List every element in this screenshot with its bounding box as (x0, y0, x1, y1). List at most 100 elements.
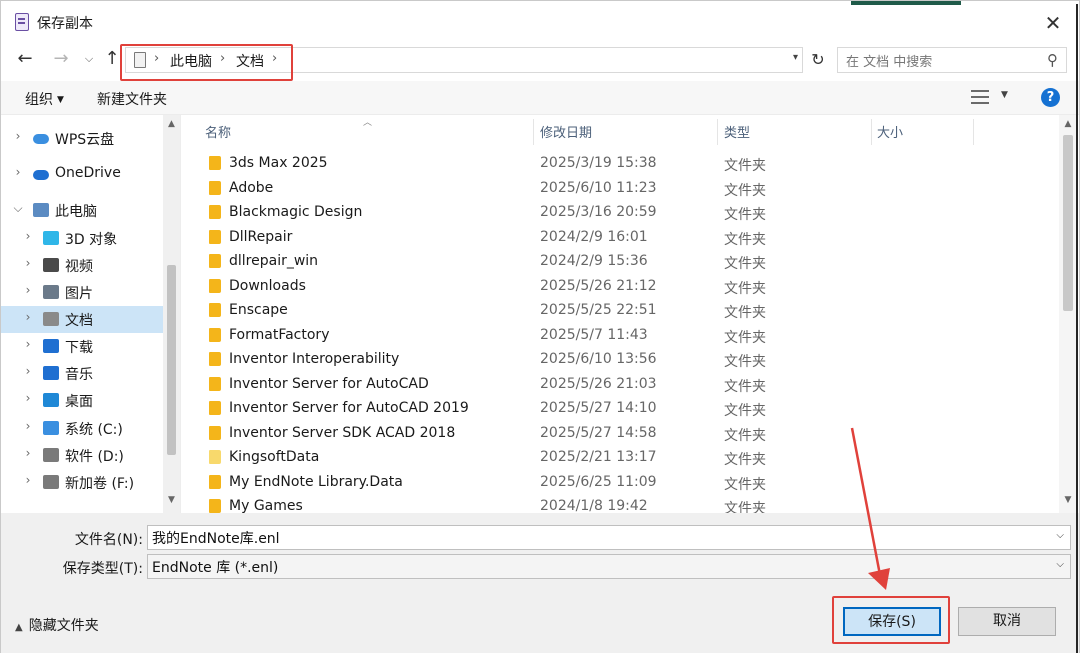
table-row[interactable]: FormatFactory 2025/5/7 11:43 文件夹 (183, 323, 1059, 348)
document-icon (43, 312, 59, 326)
file-date: 2025/5/26 21:12 (540, 277, 657, 294)
sidebar-item[interactable]: › 系统 (C:) (1, 415, 163, 442)
expand-chevron-icon[interactable]: › (21, 256, 35, 270)
nav-scroll-thumb[interactable] (167, 265, 176, 455)
table-row[interactable]: Enscape 2025/5/25 22:51 文件夹 (183, 298, 1059, 323)
table-row[interactable]: KingsoftData 2025/2/21 13:17 文件夹 (183, 445, 1059, 470)
expand-chevron-icon[interactable]: › (11, 165, 25, 179)
recent-locations-icon[interactable]: ⌵ (81, 47, 97, 71)
new-folder-button[interactable]: 新建文件夹 (97, 89, 167, 109)
folder-icon (209, 229, 221, 244)
expand-chevron-icon[interactable]: › (21, 337, 35, 351)
file-date: 2025/6/10 13:56 (540, 351, 657, 367)
nav-scrollbar[interactable]: ▲ ▼ (163, 115, 180, 513)
sidebar-item[interactable]: › WPS云盘 (1, 125, 163, 152)
column-size[interactable]: 大小 (877, 122, 903, 141)
expand-chevron-icon[interactable]: › (21, 283, 35, 297)
expand-chevron-icon[interactable]: › (21, 229, 35, 243)
address-bar[interactable]: › 此电脑 › 文档 › ▾ (125, 47, 803, 73)
sidebar-item[interactable]: › 图片 (1, 279, 163, 306)
column-divider[interactable] (717, 119, 718, 145)
column-divider[interactable] (871, 119, 872, 145)
search-icon: ⚲ (1047, 51, 1058, 69)
view-dropdown-icon[interactable]: ▼ (1001, 90, 1008, 100)
column-date[interactable]: 修改日期 (540, 122, 592, 141)
organize-button[interactable]: 组织 ▼ (25, 89, 64, 109)
hide-folders-button[interactable]: ▲ 隐藏文件夹 (15, 615, 99, 635)
image-icon (43, 285, 59, 299)
table-row[interactable]: Inventor Server SDK ACAD 2018 2025/5/27 1… (183, 421, 1059, 446)
search-input[interactable]: 在 文档 中搜索 ⚲ (837, 47, 1067, 73)
expand-chevron-icon[interactable]: › (11, 129, 25, 143)
chevron-down-icon[interactable]: ⌵ (1056, 559, 1064, 570)
sidebar-item[interactable]: › 桌面 (1, 387, 163, 414)
table-row[interactable]: Inventor Server for AutoCAD 2025/5/26 21:… (183, 372, 1059, 397)
table-row[interactable]: Inventor Interoperability 2025/6/10 13:56… (183, 347, 1059, 372)
address-dropdown-icon[interactable]: ▾ (793, 52, 798, 63)
file-date: 2024/2/9 16:01 (540, 228, 648, 245)
folder-icon (209, 254, 221, 268)
table-row[interactable]: My EndNote Library.Data 2025/6/25 11:09 文件… (183, 470, 1059, 495)
table-row[interactable]: DllRepair 2024/2/9 16:01 文件夹 (183, 225, 1059, 250)
column-divider[interactable] (533, 119, 534, 145)
chevron-right-icon[interactable]: › (272, 51, 277, 66)
sidebar-item[interactable]: › 文档 (1, 306, 163, 333)
scroll-up-icon[interactable]: ▲ (165, 119, 178, 129)
expand-chevron-icon[interactable]: › (21, 310, 35, 324)
back-icon[interactable]: ← (13, 47, 37, 71)
scroll-down-icon[interactable]: ▼ (1062, 495, 1074, 505)
sidebar-item-label: 文档 (65, 313, 93, 329)
folder-icon (209, 376, 221, 391)
sidebar-item[interactable]: › 音乐 (1, 360, 163, 387)
view-options-icon[interactable] (971, 90, 989, 104)
sidebar-item[interactable]: ⌵ 此电脑 (1, 197, 163, 224)
sidebar-item[interactable]: › 新加卷 (F:) (1, 469, 163, 496)
table-row[interactable]: My Games 2024/1/8 19:42 文件夹 (183, 494, 1059, 513)
column-name[interactable]: 名称 (205, 122, 231, 141)
sidebar-item[interactable]: › 软件 (D:) (1, 442, 163, 469)
cancel-button[interactable]: 取消 (958, 607, 1056, 636)
save-button[interactable]: 保存(S) (843, 607, 941, 636)
table-row[interactable]: 3ds Max 2025 2025/3/19 15:38 文件夹 (183, 151, 1059, 176)
table-row[interactable]: Adobe 2025/6/10 11:23 文件夹 (183, 176, 1059, 201)
expand-chevron-icon[interactable]: ⌵ (11, 201, 25, 216)
expand-chevron-icon[interactable]: › (21, 473, 35, 487)
table-row[interactable]: Blackmagic Design 2025/3/16 20:59 文件夹 (183, 200, 1059, 225)
scroll-up-icon[interactable]: ▲ (1062, 119, 1074, 129)
chevron-down-icon[interactable]: ⌵ (1056, 530, 1064, 541)
expand-chevron-icon[interactable]: › (21, 391, 35, 405)
forward-icon[interactable]: → (49, 47, 73, 71)
chevron-right-icon: › (154, 51, 160, 66)
expand-chevron-icon[interactable]: › (21, 419, 35, 433)
breadcrumb-this-pc[interactable]: 此电脑 (170, 51, 212, 71)
refresh-icon[interactable]: ↻ (807, 49, 829, 71)
sidebar-item[interactable]: › 视频 (1, 252, 163, 279)
sidebar-item[interactable]: › 下载 (1, 333, 163, 360)
breadcrumb-documents[interactable]: 文档 (236, 51, 264, 71)
up-icon[interactable]: ↑ (101, 47, 123, 71)
file-type: 文件夹 (724, 231, 766, 248)
file-type: 文件夹 (724, 182, 766, 199)
close-icon[interactable]: ✕ (1041, 11, 1065, 35)
expand-chevron-icon[interactable]: › (21, 446, 35, 460)
sidebar-item-label: 音乐 (65, 367, 93, 383)
table-row[interactable]: dllrepair_win 2024/2/9 15:36 文件夹 (183, 249, 1059, 274)
filetype-label: 保存类型(T): (62, 561, 143, 577)
column-type[interactable]: 类型 (724, 122, 750, 141)
filename-input[interactable]: 我的EndNote库.enl ⌵ (147, 525, 1071, 550)
help-icon[interactable]: ? (1041, 88, 1060, 107)
file-date: 2025/6/25 11:09 (540, 473, 657, 490)
scroll-down-icon[interactable]: ▼ (165, 495, 178, 505)
file-list-scrollbar[interactable]: ▲ ▼ (1059, 115, 1077, 513)
file-scroll-thumb[interactable] (1063, 135, 1073, 311)
column-divider[interactable] (973, 119, 974, 145)
folder-icon (209, 327, 221, 342)
filetype-select[interactable]: EndNote 库 (*.enl) ⌵ (147, 554, 1071, 579)
expand-chevron-icon[interactable]: › (21, 364, 35, 378)
sidebar-item[interactable]: › 3D 对象 (1, 225, 163, 252)
table-row[interactable]: Downloads 2025/5/26 21:12 文件夹 (183, 274, 1059, 299)
file-name: Downloads (229, 277, 306, 294)
sidebar-item[interactable]: › OneDrive (1, 161, 163, 188)
search-placeholder: 在 文档 中搜索 (846, 55, 933, 70)
table-row[interactable]: Inventor Server for AutoCAD 2019 2025/5/2… (183, 396, 1059, 421)
